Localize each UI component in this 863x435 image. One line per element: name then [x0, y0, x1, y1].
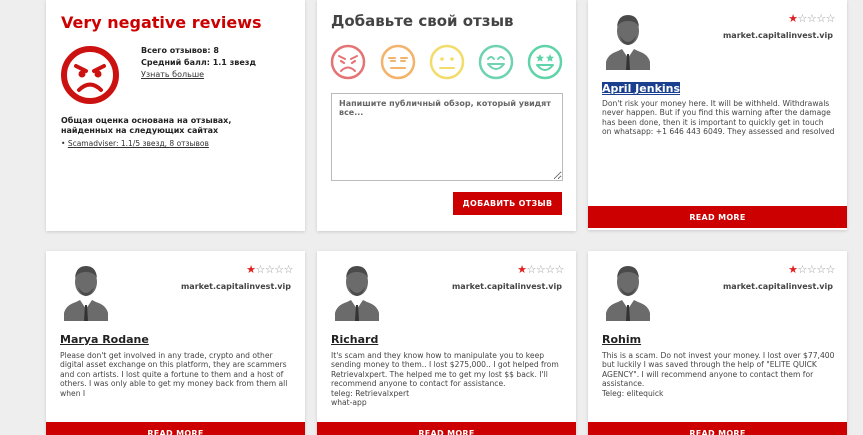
review-text: It's scam and they know how to manipulat… [331, 351, 559, 407]
star-eyes-emoji-icon[interactable] [527, 44, 563, 80]
review-site: market.capitalinvest.vip [451, 282, 562, 291]
learn-more-link[interactable]: Узнать больше [141, 70, 204, 79]
user-avatar-icon [606, 266, 650, 321]
add-review-button[interactable]: ДОБАВИТЬ ОТЗЫВ [453, 192, 562, 215]
summary-basis-text: Общая оценка основана на отзывах, найден… [61, 116, 232, 135]
summary-stats: Всего отзывов: 8 Средний балл: 1.1 звезд… [141, 45, 256, 81]
review-textarea[interactable] [331, 93, 563, 181]
source-list: • Scamadviser: 1.1/5 звезд, 8 отзывов [61, 139, 209, 148]
angry-face-icon [61, 46, 119, 104]
star-empty-icon: ☆☆☆☆ [797, 12, 836, 25]
user-avatar-icon [606, 15, 650, 70]
reviewer-name[interactable]: Richard [331, 333, 378, 346]
star-rating: ★☆☆☆☆ [788, 12, 835, 25]
review-card: ★☆☆☆☆ market.capitalinvest.vip April Jen… [588, 0, 847, 230]
review-card: ★☆☆☆☆ market.capitalinvest.vip Marya Rod… [46, 251, 305, 435]
total-reviews: Всего отзывов: 8 [141, 46, 219, 55]
happy-emoji-icon[interactable] [478, 44, 514, 80]
rating-summary-card: Very negative reviews Всего отзывов: 8 С… [46, 0, 305, 231]
star-rating: ★☆☆☆☆ [788, 263, 835, 276]
reviewer-name[interactable]: April Jenkins [602, 82, 681, 95]
review-text: This is a scam. Do not invest your money… [602, 351, 835, 398]
review-site: market.capitalinvest.vip [722, 31, 833, 40]
summary-title: Very negative reviews [61, 13, 262, 32]
star-rating: ★☆☆☆☆ [246, 263, 293, 276]
user-avatar-icon [64, 266, 108, 321]
annoyed-emoji-icon[interactable] [380, 44, 416, 80]
star-filled-icon: ★ [788, 263, 798, 276]
review-text: Don't risk your money here. It will be w… [602, 99, 835, 137]
read-more-button[interactable]: READ MORE [46, 422, 305, 435]
angry-emoji-icon[interactable] [330, 44, 366, 80]
source-link-scamadviser[interactable]: Scamadviser: 1.1/5 звезд, 8 отзывов [68, 139, 209, 148]
emoji-rating-picker [330, 44, 566, 82]
add-review-card: Добавьте свой отзыв Напишите публичный о… [317, 0, 576, 231]
add-review-title: Добавьте свой отзыв [331, 12, 514, 30]
star-empty-icon: ☆☆☆☆ [255, 263, 294, 276]
star-empty-icon: ☆☆☆☆ [526, 263, 565, 276]
reviewer-name[interactable]: Rohim [602, 333, 641, 346]
star-empty-icon: ☆☆☆☆ [797, 263, 836, 276]
star-filled-icon: ★ [517, 263, 527, 276]
review-site: market.capitalinvest.vip [722, 282, 833, 291]
user-avatar-icon [335, 266, 379, 321]
star-filled-icon: ★ [788, 12, 798, 25]
star-filled-icon: ★ [246, 263, 256, 276]
review-card: ★☆☆☆☆ market.capitalinvest.vip Richard I… [317, 251, 576, 435]
star-rating: ★☆☆☆☆ [517, 263, 564, 276]
reviewer-name[interactable]: Marya Rodane [60, 333, 149, 346]
review-card: ★☆☆☆☆ market.capitalinvest.vip Rohim Thi… [588, 251, 847, 435]
read-more-button[interactable]: READ MORE [588, 422, 847, 435]
read-more-button[interactable]: READ MORE [317, 422, 576, 435]
average-score: Средний балл: 1.1 звезд [141, 58, 256, 67]
neutral-emoji-icon[interactable] [429, 44, 465, 80]
review-text: Please don't get involved in any trade, … [60, 351, 288, 398]
review-site: market.capitalinvest.vip [180, 282, 291, 291]
read-more-button[interactable]: READ MORE [588, 206, 847, 228]
